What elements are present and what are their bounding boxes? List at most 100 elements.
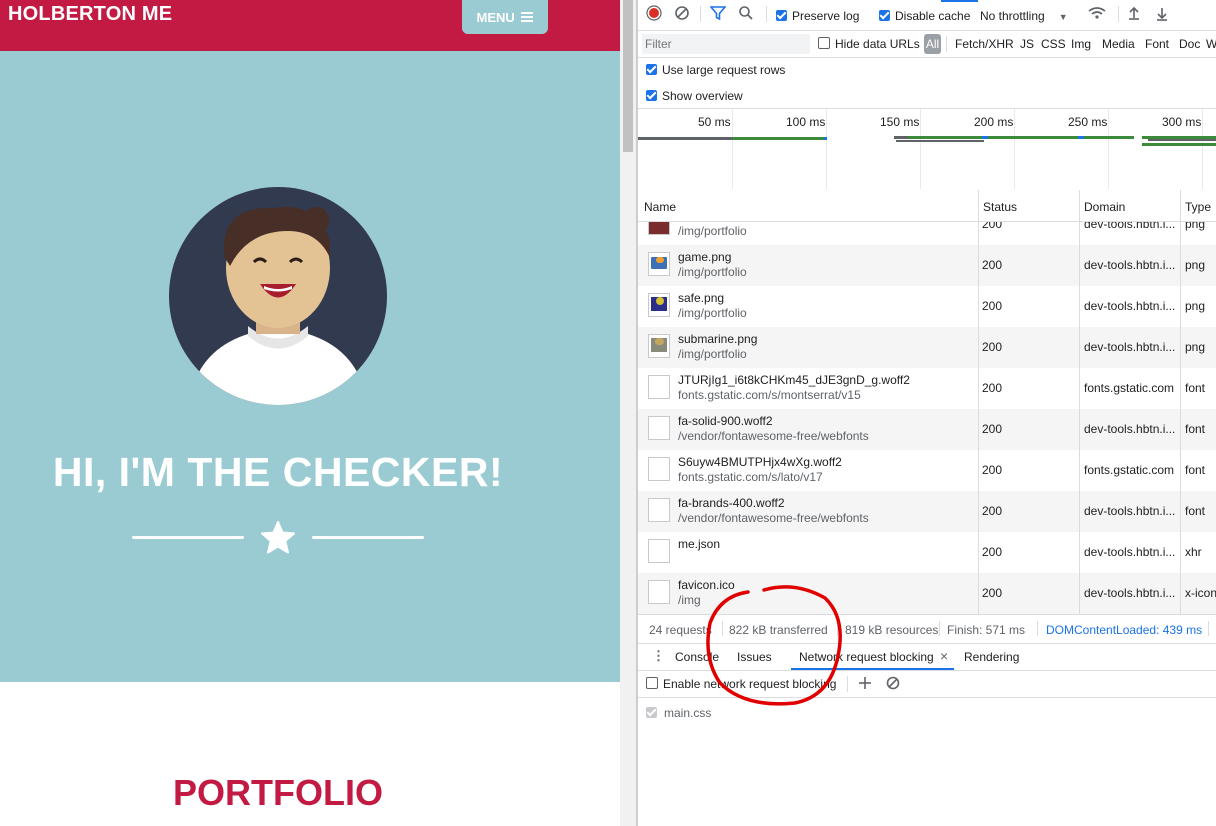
request-status: 200 (982, 504, 1003, 518)
column-separator[interactable] (1180, 190, 1181, 221)
avatar (169, 187, 387, 405)
show-overview-option[interactable]: Show overview (638, 86, 1216, 106)
filter-type-all[interactable]: All (924, 34, 941, 54)
filter-type-img[interactable]: Img (1071, 37, 1091, 51)
record-icon[interactable] (646, 5, 662, 21)
request-status: 200 (982, 222, 1003, 231)
preserve-log-checkbox[interactable]: Preserve log (776, 9, 859, 23)
column-status[interactable]: Status (983, 200, 1017, 214)
request-path: fonts.gstatic.com/s/lato/v17 (678, 470, 823, 484)
column-domain[interactable]: Domain (1084, 200, 1125, 214)
filter-type-media[interactable]: Media (1102, 37, 1135, 51)
request-status: 200 (982, 258, 1003, 272)
request-status: 200 (982, 422, 1003, 436)
network-toolbar: Preserve log Disable cache No throttling… (638, 0, 1216, 31)
hide-data-urls-label: Hide data URLs (835, 37, 920, 51)
filter-separator (946, 36, 947, 52)
table-row[interactable]: JTURjIg1_i6t8kCHKm45_dJE3gnD_g.woff2 fon… (638, 368, 1216, 409)
image-thumbnail-icon (648, 222, 670, 235)
table-row[interactable]: S6uyw4BMUTPHjx4wXg.woff2 fonts.gstatic.c… (638, 450, 1216, 491)
table-row[interactable]: /img/portfolio 200 dev-tools.hbtn.i... p… (638, 222, 1216, 245)
request-type: font (1185, 422, 1206, 436)
show-overview-label: Show overview (662, 89, 743, 103)
request-name: game.png (678, 250, 732, 264)
filter-type-doc[interactable]: Doc (1179, 37, 1200, 51)
request-domain: dev-tools.hbtn.i... (1084, 586, 1176, 600)
request-path: /img/portfolio (678, 347, 747, 361)
remove-all-patterns-icon[interactable] (886, 676, 900, 690)
toolbar-separator (700, 6, 701, 22)
menu-button[interactable]: MENU (462, 0, 548, 34)
tab-rendering[interactable]: Rendering (964, 650, 1019, 664)
request-path: fonts.gstatic.com/s/montserrat/v15 (678, 388, 861, 402)
column-name[interactable]: Name (644, 200, 676, 214)
requests-table-header: Name Status Domain Type (638, 190, 1216, 222)
request-path: /img/portfolio (678, 265, 747, 279)
table-row[interactable]: safe.png /img/portfolio 200 dev-tools.hb… (638, 286, 1216, 327)
file-icon (648, 416, 670, 440)
request-domain: fonts.gstatic.com (1084, 381, 1175, 395)
table-row[interactable]: fa-solid-900.woff2 /vendor/fontawesome-f… (638, 409, 1216, 450)
column-separator[interactable] (978, 190, 979, 221)
filter-bar: Hide data URLs All Fetch/XHR JS CSS Img … (638, 31, 1216, 58)
star-divider (132, 521, 424, 557)
network-conditions-icon[interactable] (1088, 6, 1106, 20)
toolbar-separator (766, 6, 767, 22)
hero-title: HI, I'M THE CHECKER! (52, 449, 504, 495)
request-name: me.json (678, 537, 721, 551)
file-icon (648, 539, 670, 563)
throttling-select[interactable]: No throttling ▼ (980, 9, 1068, 23)
panel-tab-indicator (941, 0, 978, 2)
clear-icon[interactable] (674, 5, 690, 21)
request-status: 200 (982, 299, 1003, 313)
filter-type-font[interactable]: Font (1145, 37, 1169, 51)
search-icon[interactable] (738, 5, 754, 21)
checkbox-checked-icon (879, 10, 890, 21)
table-row[interactable]: me.json 200 dev-tools.hbtn.i... xhr (638, 532, 1216, 573)
kebab-menu-icon[interactable]: ⋮ (652, 648, 665, 664)
toolbar-separator (1118, 6, 1119, 22)
column-type[interactable]: Type (1185, 200, 1211, 214)
request-domain: dev-tools.hbtn.i... (1084, 422, 1176, 436)
add-pattern-icon[interactable] (858, 676, 872, 690)
overview-timeline[interactable]: 50 ms 100 ms 150 ms 200 ms 250 ms 300 ms (638, 108, 1216, 192)
request-path: /img (678, 593, 701, 607)
column-separator[interactable] (1079, 190, 1080, 221)
request-path: /vendor/fontawesome-free/webfonts (678, 429, 869, 443)
request-type: font (1185, 463, 1206, 477)
timeline-tick: 300 ms (1162, 115, 1202, 129)
hide-data-urls-checkbox[interactable]: Hide data URLs (818, 37, 920, 51)
hero-section: HI, I'M THE CHECKER! (0, 51, 620, 682)
filter-icon[interactable] (710, 6, 726, 20)
timeline-tick: 150 ms (880, 115, 920, 129)
disable-cache-checkbox[interactable]: Disable cache (879, 9, 970, 23)
request-status: 200 (982, 545, 1003, 559)
website-viewport: HOLBERTON ME MENU HI, I'M THE CHECKER! P… (0, 0, 620, 826)
table-row[interactable]: submarine.png /img/portfolio 200 dev-too… (638, 327, 1216, 368)
table-row[interactable]: game.png /img/portfolio 200 dev-tools.hb… (638, 245, 1216, 286)
request-domain: dev-tools.hbtn.i... (1084, 545, 1176, 559)
column-separator (978, 222, 979, 614)
filter-input[interactable] (642, 34, 810, 54)
summary-separator (1208, 621, 1209, 636)
filter-type-js[interactable]: JS (1020, 37, 1034, 51)
request-name: submarine.png (678, 332, 758, 346)
export-har-icon[interactable] (1154, 5, 1170, 21)
request-domain: dev-tools.hbtn.i... (1084, 340, 1176, 354)
table-row[interactable]: fa-brands-400.woff2 /vendor/fontawesome-… (638, 491, 1216, 532)
filter-type-fetch[interactable]: Fetch/XHR (955, 37, 1014, 51)
large-rows-label: Use large request rows (662, 63, 786, 77)
star-icon (261, 521, 295, 554)
close-tab-icon[interactable]: × (940, 648, 948, 664)
brand-logo[interactable]: HOLBERTON ME (8, 3, 172, 26)
request-type: x-icon (1185, 586, 1216, 600)
file-icon (648, 498, 670, 522)
page-scrollbar-thumb[interactable] (623, 0, 633, 152)
large-rows-option[interactable]: Use large request rows (638, 60, 1216, 80)
filter-type-ws[interactable]: W (1206, 37, 1216, 51)
request-type: png (1185, 340, 1206, 354)
request-type: png (1185, 299, 1206, 313)
filter-type-css[interactable]: CSS (1041, 37, 1066, 51)
import-har-icon[interactable] (1126, 5, 1142, 21)
page-scrollbar[interactable] (620, 0, 636, 826)
